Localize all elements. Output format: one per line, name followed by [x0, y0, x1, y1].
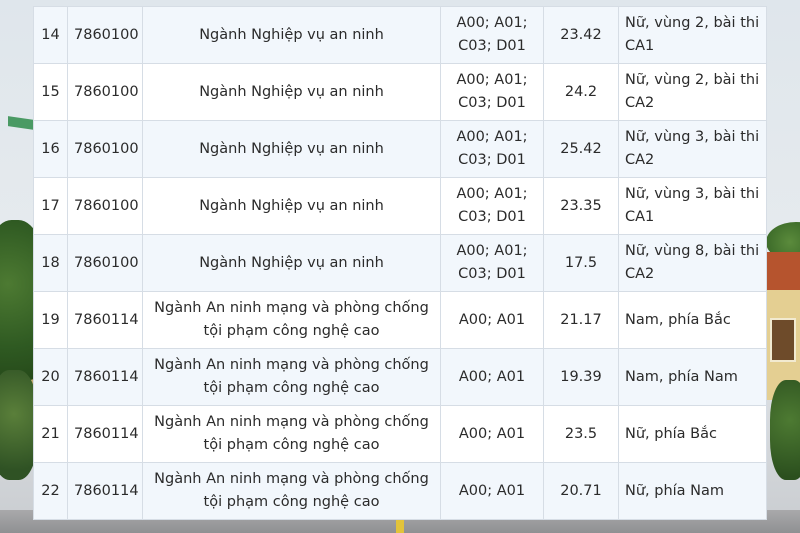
- row-number-cell: 15: [33, 63, 68, 121]
- major-name-cell: Ngành Nghiệp vụ an ninh: [142, 63, 441, 121]
- major-name-cell: Ngành An ninh mạng và phòng chống tội ph…: [142, 462, 441, 520]
- row-number-cell: 19: [33, 291, 68, 349]
- table-row: 21 7860114 Ngành An ninh mạng và phòng chố…: [33, 405, 767, 463]
- row-number-cell: 20: [33, 348, 68, 406]
- subject-combination-cell: A00; A01; C03; D01: [440, 234, 544, 292]
- major-code-cell: 7860114: [67, 405, 143, 463]
- row-number-cell: 18: [33, 234, 68, 292]
- table-row: 16 7860100 Ngành Nghiệp vụ an ninh A00; A01…: [33, 120, 767, 178]
- subject-combination-cell: A00; A01; C03; D01: [440, 6, 544, 64]
- shrub: [770, 380, 800, 480]
- table-row: 18 7860100 Ngành Nghiệp vụ an ninh A00; A01…: [33, 234, 767, 292]
- row-number-cell: 14: [33, 6, 68, 64]
- admission-score-cell: 21.17: [543, 291, 619, 349]
- major-name-cell: Ngành An ninh mạng và phòng chống tội ph…: [142, 348, 441, 406]
- table-row: 22 7860114 Ngành An ninh mạng và phòng chố…: [33, 462, 767, 520]
- admission-score-cell: 20.71: [543, 462, 619, 520]
- major-name-cell: Ngành Nghiệp vụ an ninh: [142, 6, 441, 64]
- table-row: 15 7860100 Ngành Nghiệp vụ an ninh A00; A01…: [33, 63, 767, 121]
- subject-combination-cell: A00; A01; C03; D01: [440, 120, 544, 178]
- major-code-cell: 7860100: [67, 234, 143, 292]
- table-row: 20 7860114 Ngành An ninh mạng và phòng chố…: [33, 348, 767, 406]
- note-cell: Nữ, vùng 2, bài thi CA2: [618, 63, 767, 121]
- major-code-cell: 7860100: [67, 6, 143, 64]
- table-row: 17 7860100 Ngành Nghiệp vụ an ninh A00; A01…: [33, 177, 767, 235]
- building-window: [770, 318, 796, 362]
- note-cell: Nữ, vùng 3, bài thi CA2: [618, 120, 767, 178]
- table-body: 14 7860100 Ngành Nghiệp vụ an ninh A00; A01…: [33, 6, 767, 520]
- row-number-cell: 17: [33, 177, 68, 235]
- major-code-cell: 7860114: [67, 291, 143, 349]
- subject-combination-cell: A00; A01: [440, 291, 544, 349]
- subject-combination-cell: A00; A01: [440, 405, 544, 463]
- building-roof: [766, 252, 800, 292]
- note-cell: Nam, phía Bắc: [618, 291, 767, 349]
- table-row: 19 7860114 Ngành An ninh mạng và phòng chố…: [33, 291, 767, 349]
- admission-score-table: 14 7860100 Ngành Nghiệp vụ an ninh A00; A01…: [33, 6, 767, 520]
- admission-score-cell: 25.42: [543, 120, 619, 178]
- row-number-cell: 22: [33, 462, 68, 520]
- subject-combination-cell: A00; A01: [440, 348, 544, 406]
- major-name-cell: Ngành Nghiệp vụ an ninh: [142, 120, 441, 178]
- note-cell: Nữ, phía Nam: [618, 462, 767, 520]
- major-code-cell: 7860100: [67, 120, 143, 178]
- row-number-cell: 16: [33, 120, 68, 178]
- admission-score-cell: 23.42: [543, 6, 619, 64]
- admission-score-cell: 17.5: [543, 234, 619, 292]
- major-name-cell: Ngành Nghiệp vụ an ninh: [142, 177, 441, 235]
- table-row: 14 7860100 Ngành Nghiệp vụ an ninh A00; A01…: [33, 6, 767, 64]
- major-name-cell: Ngành Nghiệp vụ an ninh: [142, 234, 441, 292]
- major-code-cell: 7860114: [67, 462, 143, 520]
- major-code-cell: 7860100: [67, 63, 143, 121]
- note-cell: Nam, phía Nam: [618, 348, 767, 406]
- admission-score-cell: 19.39: [543, 348, 619, 406]
- admission-score-cell: 23.5: [543, 405, 619, 463]
- major-name-cell: Ngành An ninh mạng và phòng chống tội ph…: [142, 291, 441, 349]
- note-cell: Nữ, vùng 2, bài thi CA1: [618, 6, 767, 64]
- major-name-cell: Ngành An ninh mạng và phòng chống tội ph…: [142, 405, 441, 463]
- row-number-cell: 21: [33, 405, 68, 463]
- major-code-cell: 7860114: [67, 348, 143, 406]
- note-cell: Nữ, phía Bắc: [618, 405, 767, 463]
- subject-combination-cell: A00; A01; C03; D01: [440, 177, 544, 235]
- note-cell: Nữ, vùng 3, bài thi CA1: [618, 177, 767, 235]
- admission-score-cell: 24.2: [543, 63, 619, 121]
- subject-combination-cell: A00; A01; C03; D01: [440, 63, 544, 121]
- road-marking: [396, 518, 404, 533]
- score-table-panel: 14 7860100 Ngành Nghiệp vụ an ninh A00; A01…: [33, 6, 767, 520]
- admission-score-cell: 23.35: [543, 177, 619, 235]
- subject-combination-cell: A00; A01: [440, 462, 544, 520]
- note-cell: Nữ, vùng 8, bài thi CA2: [618, 234, 767, 292]
- major-code-cell: 7860100: [67, 177, 143, 235]
